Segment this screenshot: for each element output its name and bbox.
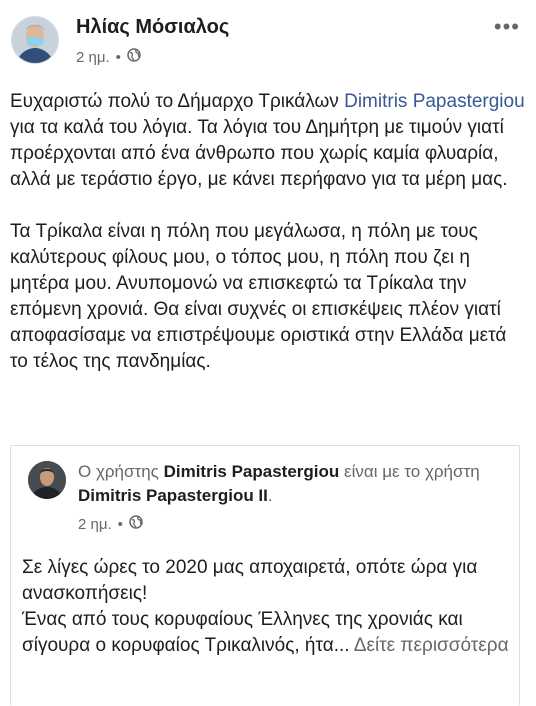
shared-suffix: . xyxy=(267,486,273,505)
shared-prefix: Ο χρήστης xyxy=(78,462,164,481)
mention-link[interactable]: Dimitris Papastergiou xyxy=(344,91,525,112)
shared-text-line-1: Σε λίγες ώρες το 2020 μας αποχαιρετά, οπ… xyxy=(22,557,478,604)
paragraph-1-text-a: Ευχαριστώ πολύ το Δήμαρχο Τρικάλων xyxy=(10,91,345,112)
shared-body: Σε λίγες ώρες το 2020 μας αποχαιρετά, οπ… xyxy=(22,555,512,659)
see-more-link[interactable]: Δείτε περισσότερα xyxy=(354,635,509,656)
author-avatar[interactable] xyxy=(11,16,59,64)
post-header: Ηλίας Μόσιαλος 2 ημ. • ••• xyxy=(0,0,536,80)
paragraph-1-text-b: για τα καλά του λόγια. Τα λόγια του Δημή… xyxy=(10,117,508,190)
shared-meta: 2 ημ. • xyxy=(78,515,143,533)
shared-text-line-2: Ένας από τους κορυφαίους Έλληνες της χρο… xyxy=(22,607,512,659)
more-options-icon[interactable]: ••• xyxy=(494,14,520,40)
post-meta: 2 ημ. • xyxy=(76,48,141,66)
shared-meta-separator: • xyxy=(117,515,123,533)
shared-user-1-link[interactable]: Dimitris Papastergiou xyxy=(164,462,340,481)
globe-icon xyxy=(129,515,143,533)
shared-author-avatar[interactable] xyxy=(28,461,66,499)
shared-user-2-link[interactable]: Dimitris Papastergiou II xyxy=(78,486,268,505)
post-body: Ευχαριστώ πολύ το Δήμαρχο Τρικάλων Dimit… xyxy=(10,89,526,375)
post-paragraph-1: Ευχαριστώ πολύ το Δήμαρχο Τρικάλων Dimit… xyxy=(10,89,526,193)
globe-icon xyxy=(127,48,141,66)
shared-header: Ο χρήστης Dimitris Papastergiou είναι με… xyxy=(78,460,508,508)
meta-separator: • xyxy=(115,48,121,66)
author-name[interactable]: Ηλίας Μόσιαλος xyxy=(76,16,229,39)
shared-time[interactable]: 2 ημ. xyxy=(78,516,112,533)
shared-post[interactable]: Ο χρήστης Dimitris Papastergiou είναι με… xyxy=(10,445,520,706)
post-paragraph-2: Τα Τρίκαλα είναι η πόλη που μεγάλωσα, η … xyxy=(10,221,507,372)
post-time[interactable]: 2 ημ. xyxy=(76,49,110,66)
shared-middle: είναι με το χρήστη xyxy=(339,462,480,481)
